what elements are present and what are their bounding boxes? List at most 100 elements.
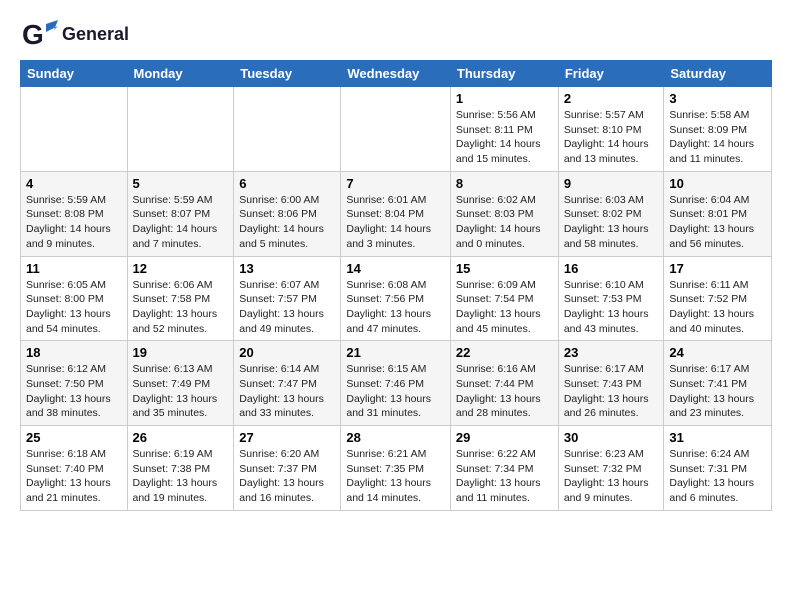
calendar-cell: 9 Sunrise: 6:03 AM Sunset: 8:02 PM Daylig…: [558, 171, 664, 256]
day-number: 19: [133, 345, 229, 360]
day-info: Sunrise: 6:02 AM Sunset: 8:03 PM Dayligh…: [456, 193, 553, 252]
weekday-header-tuesday: Tuesday: [234, 61, 341, 87]
day-info: Sunrise: 6:18 AM Sunset: 7:40 PM Dayligh…: [26, 447, 122, 506]
day-number: 30: [564, 430, 659, 445]
day-info: Sunrise: 5:56 AM Sunset: 8:11 PM Dayligh…: [456, 108, 553, 167]
calendar-cell: 29 Sunrise: 6:22 AM Sunset: 7:34 PM Dayli…: [450, 426, 558, 511]
weekday-header-friday: Friday: [558, 61, 664, 87]
day-number: 5: [133, 176, 229, 191]
calendar-cell: 8 Sunrise: 6:02 AM Sunset: 8:03 PM Daylig…: [450, 171, 558, 256]
week-row-5: 25 Sunrise: 6:18 AM Sunset: 7:40 PM Dayli…: [21, 426, 772, 511]
week-row-2: 4 Sunrise: 5:59 AM Sunset: 8:08 PM Daylig…: [21, 171, 772, 256]
calendar-cell: 13 Sunrise: 6:07 AM Sunset: 7:57 PM Dayli…: [234, 256, 341, 341]
day-number: 7: [346, 176, 445, 191]
day-number: 2: [564, 91, 659, 106]
day-info: Sunrise: 6:20 AM Sunset: 7:37 PM Dayligh…: [239, 447, 335, 506]
calendar-cell: 28Sunrise: 6:21 AM Sunset: 7:35 PM Dayli…: [341, 426, 451, 511]
day-info: Sunrise: 6:13 AM Sunset: 7:49 PM Dayligh…: [133, 362, 229, 421]
day-info: Sunrise: 6:12 AM Sunset: 7:50 PM Dayligh…: [26, 362, 122, 421]
day-number: 13: [239, 261, 335, 276]
day-number: 23: [564, 345, 659, 360]
day-number: 12: [133, 261, 229, 276]
weekday-header-saturday: Saturday: [664, 61, 772, 87]
day-number: 28: [346, 430, 445, 445]
weekday-header-thursday: Thursday: [450, 61, 558, 87]
calendar-cell: 22Sunrise: 6:16 AM Sunset: 7:44 PM Dayli…: [450, 341, 558, 426]
day-info: Sunrise: 6:08 AM Sunset: 7:56 PM Dayligh…: [346, 278, 445, 337]
calendar-cell: [127, 87, 234, 172]
day-number: 25: [26, 430, 122, 445]
day-number: 21: [346, 345, 445, 360]
day-info: Sunrise: 6:16 AM Sunset: 7:44 PM Dayligh…: [456, 362, 553, 421]
day-info: Sunrise: 6:07 AM Sunset: 7:57 PM Dayligh…: [239, 278, 335, 337]
calendar-cell: 6 Sunrise: 6:00 AM Sunset: 8:06 PM Daylig…: [234, 171, 341, 256]
calendar-cell: 14 Sunrise: 6:08 AM Sunset: 7:56 PM Dayli…: [341, 256, 451, 341]
calendar-cell: [21, 87, 128, 172]
day-number: 27: [239, 430, 335, 445]
calendar-cell: 15Sunrise: 6:09 AM Sunset: 7:54 PM Dayli…: [450, 256, 558, 341]
logo: G General: [20, 16, 129, 54]
calendar-cell: 12Sunrise: 6:06 AM Sunset: 7:58 PM Dayli…: [127, 256, 234, 341]
day-info: Sunrise: 6:14 AM Sunset: 7:47 PM Dayligh…: [239, 362, 335, 421]
day-info: Sunrise: 6:05 AM Sunset: 8:00 PM Dayligh…: [26, 278, 122, 337]
calendar-cell: 31 Sunrise: 6:24 AM Sunset: 7:31 PM Dayli…: [664, 426, 772, 511]
calendar-cell: 23 Sunrise: 6:17 AM Sunset: 7:43 PM Dayli…: [558, 341, 664, 426]
calendar-cell: 19 Sunrise: 6:13 AM Sunset: 7:49 PM Dayli…: [127, 341, 234, 426]
weekday-header-sunday: Sunday: [21, 61, 128, 87]
day-number: 6: [239, 176, 335, 191]
day-number: 16: [564, 261, 659, 276]
day-number: 17: [669, 261, 766, 276]
day-info: Sunrise: 6:00 AM Sunset: 8:06 PM Dayligh…: [239, 193, 335, 252]
logo-line1: General: [62, 25, 129, 45]
calendar-cell: 30 Sunrise: 6:23 AM Sunset: 7:32 PM Dayli…: [558, 426, 664, 511]
day-info: Sunrise: 5:59 AM Sunset: 8:07 PM Dayligh…: [133, 193, 229, 252]
day-number: 29: [456, 430, 553, 445]
day-info: Sunrise: 6:03 AM Sunset: 8:02 PM Dayligh…: [564, 193, 659, 252]
day-number: 4: [26, 176, 122, 191]
day-number: 26: [133, 430, 229, 445]
day-info: Sunrise: 6:17 AM Sunset: 7:41 PM Dayligh…: [669, 362, 766, 421]
logo-icon: G: [20, 16, 58, 54]
day-info: Sunrise: 6:04 AM Sunset: 8:01 PM Dayligh…: [669, 193, 766, 252]
calendar-cell: 26 Sunrise: 6:19 AM Sunset: 7:38 PM Dayli…: [127, 426, 234, 511]
calendar-cell: 4 Sunrise: 5:59 AM Sunset: 8:08 PM Daylig…: [21, 171, 128, 256]
calendar-cell: 27 Sunrise: 6:20 AM Sunset: 7:37 PM Dayli…: [234, 426, 341, 511]
calendar-cell: 18Sunrise: 6:12 AM Sunset: 7:50 PM Dayli…: [21, 341, 128, 426]
calendar-cell: 11 Sunrise: 6:05 AM Sunset: 8:00 PM Dayli…: [21, 256, 128, 341]
day-info: Sunrise: 5:59 AM Sunset: 8:08 PM Dayligh…: [26, 193, 122, 252]
day-info: Sunrise: 6:19 AM Sunset: 7:38 PM Dayligh…: [133, 447, 229, 506]
day-number: 11: [26, 261, 122, 276]
header: G General: [20, 16, 772, 54]
week-row-3: 11 Sunrise: 6:05 AM Sunset: 8:00 PM Dayli…: [21, 256, 772, 341]
calendar-cell: [341, 87, 451, 172]
day-info: Sunrise: 6:23 AM Sunset: 7:32 PM Dayligh…: [564, 447, 659, 506]
day-info: Sunrise: 6:22 AM Sunset: 7:34 PM Dayligh…: [456, 447, 553, 506]
weekday-header-row: SundayMondayTuesdayWednesdayThursdayFrid…: [21, 61, 772, 87]
day-info: Sunrise: 6:17 AM Sunset: 7:43 PM Dayligh…: [564, 362, 659, 421]
weekday-header-monday: Monday: [127, 61, 234, 87]
calendar-cell: 24Sunrise: 6:17 AM Sunset: 7:41 PM Dayli…: [664, 341, 772, 426]
calendar-cell: 25 Sunrise: 6:18 AM Sunset: 7:40 PM Dayli…: [21, 426, 128, 511]
day-info: Sunrise: 6:09 AM Sunset: 7:54 PM Dayligh…: [456, 278, 553, 337]
weekday-header-wednesday: Wednesday: [341, 61, 451, 87]
day-info: Sunrise: 6:11 AM Sunset: 7:52 PM Dayligh…: [669, 278, 766, 337]
calendar-cell: 21Sunrise: 6:15 AM Sunset: 7:46 PM Dayli…: [341, 341, 451, 426]
calendar-table: SundayMondayTuesdayWednesdayThursdayFrid…: [20, 60, 772, 511]
day-number: 31: [669, 430, 766, 445]
day-number: 1: [456, 91, 553, 106]
day-info: Sunrise: 5:58 AM Sunset: 8:09 PM Dayligh…: [669, 108, 766, 167]
calendar-cell: 20Sunrise: 6:14 AM Sunset: 7:47 PM Dayli…: [234, 341, 341, 426]
week-row-4: 18Sunrise: 6:12 AM Sunset: 7:50 PM Dayli…: [21, 341, 772, 426]
calendar-cell: 10Sunrise: 6:04 AM Sunset: 8:01 PM Dayli…: [664, 171, 772, 256]
calendar-cell: 7 Sunrise: 6:01 AM Sunset: 8:04 PM Daylig…: [341, 171, 451, 256]
calendar-cell: 3Sunrise: 5:58 AM Sunset: 8:09 PM Daylig…: [664, 87, 772, 172]
day-number: 9: [564, 176, 659, 191]
day-number: 8: [456, 176, 553, 191]
calendar-cell: 5 Sunrise: 5:59 AM Sunset: 8:07 PM Daylig…: [127, 171, 234, 256]
calendar-cell: 16 Sunrise: 6:10 AM Sunset: 7:53 PM Dayli…: [558, 256, 664, 341]
day-info: Sunrise: 6:10 AM Sunset: 7:53 PM Dayligh…: [564, 278, 659, 337]
day-number: 14: [346, 261, 445, 276]
day-info: Sunrise: 5:57 AM Sunset: 8:10 PM Dayligh…: [564, 108, 659, 167]
day-info: Sunrise: 6:01 AM Sunset: 8:04 PM Dayligh…: [346, 193, 445, 252]
day-info: Sunrise: 6:24 AM Sunset: 7:31 PM Dayligh…: [669, 447, 766, 506]
